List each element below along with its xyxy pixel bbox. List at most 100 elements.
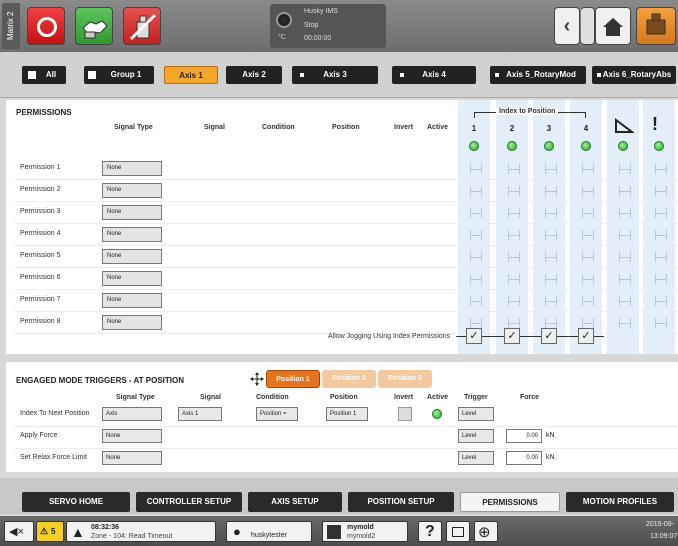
eng-trigger-relax[interactable]: Level [458,451,494,465]
index-hold-icon[interactable] [545,208,557,218]
back-button[interactable]: ‹ [554,7,580,45]
index-hold-icon[interactable] [582,274,594,284]
index-hold-icon[interactable] [619,274,631,284]
index-hold-icon[interactable] [470,296,482,306]
home-button[interactable] [595,7,631,45]
index-hold-icon[interactable] [582,252,594,262]
index-hold-icon[interactable] [545,164,557,174]
mold-disabled-button[interactable] [123,7,161,45]
nav-permissions[interactable]: PERMISSIONS [460,492,560,512]
index-hold-icon[interactable] [470,274,482,284]
index-hold-icon[interactable] [582,296,594,306]
index-hold-icon[interactable] [582,164,594,174]
nav-position-setup[interactable]: POSITION SETUP [348,492,454,512]
tab-axis-5[interactable]: Axis 5_RotaryMod [490,66,586,84]
forward-button[interactable] [581,7,595,45]
eng-signal-type-relax[interactable]: None [102,451,162,465]
jog-check-index-1[interactable]: ✓ [466,328,482,344]
jog-check-index-4[interactable]: ✓ [578,328,594,344]
handshake-button[interactable] [75,7,113,45]
help-button[interactable]: ? [418,521,442,542]
alarm-box[interactable]: ▲ 08:32:36 Zone - 104: Read Timeout [66,521,216,542]
matrix-tab[interactable]: Matrix 2 [2,3,20,49]
index-hold-icon[interactable] [619,296,631,306]
index-hold-icon[interactable] [655,318,667,328]
tab-axis-4[interactable]: Axis 4 [392,66,476,84]
nav-motion-profiles[interactable]: MOTION PROFILES [566,492,674,512]
index-hold-icon[interactable] [508,186,520,196]
permission-signal-type-select[interactable]: None [102,271,162,286]
index-hold-icon[interactable] [470,164,482,174]
eng-invert-checkbox[interactable] [398,407,412,421]
index-hold-icon[interactable] [508,318,520,328]
permission-signal-type-select[interactable]: None [102,293,162,308]
screen-button[interactable] [446,521,470,542]
index-hold-icon[interactable] [655,252,667,262]
index-hold-icon[interactable] [655,230,667,240]
index-hold-icon[interactable] [545,230,557,240]
index-hold-icon[interactable] [655,208,667,218]
index-hold-icon[interactable] [619,186,631,196]
index-hold-icon[interactable] [508,296,520,306]
permission-signal-type-select[interactable]: None [102,205,162,220]
permission-signal-type-select[interactable]: None [102,227,162,242]
eng-signal-type-index[interactable]: Axis [102,407,162,421]
tab-axis-1[interactable]: Axis 1 [164,66,218,84]
mold-box[interactable]: mymold mymold2 [322,521,408,542]
nav-servo-home[interactable]: SERVO HOME [22,492,130,512]
index-hold-icon[interactable] [655,296,667,306]
index-hold-icon[interactable] [619,230,631,240]
volume-button[interactable]: ◀× [4,521,34,542]
eng-position-index[interactable]: Position 1 [326,407,368,421]
index-hold-icon[interactable] [470,230,482,240]
index-hold-icon[interactable] [619,208,631,218]
index-hold-icon[interactable] [545,296,557,306]
tab-axis-3[interactable]: Axis 3 [292,66,378,84]
tab-position-3[interactable]: Position 3 [378,370,432,388]
index-hold-icon[interactable] [508,230,520,240]
nav-axis-setup[interactable]: AXIS SETUP [248,492,342,512]
index-hold-icon[interactable] [619,318,631,328]
index-hold-icon[interactable] [655,274,667,284]
index-hold-icon[interactable] [508,208,520,218]
index-hold-icon[interactable] [619,252,631,262]
eng-signal-index[interactable]: Axis 1 [178,407,222,421]
nav-controller-setup[interactable]: CONTROLLER SETUP [136,492,242,512]
mold-setup-button[interactable] [636,7,676,45]
tab-group-1[interactable]: Group 1 [84,66,154,84]
motor-off-button[interactable] [27,7,65,45]
index-hold-icon[interactable] [470,318,482,328]
index-hold-icon[interactable] [619,164,631,174]
index-hold-icon[interactable] [470,252,482,262]
language-button[interactable]: ⊕ [474,521,498,542]
index-hold-icon[interactable] [545,252,557,262]
index-hold-icon[interactable] [655,186,667,196]
permission-signal-type-select[interactable]: None [102,183,162,198]
permission-signal-type-select[interactable]: None [102,249,162,264]
permission-signal-type-select[interactable]: None [102,161,162,176]
tab-position-1[interactable]: Position 1 [266,370,320,388]
index-hold-icon[interactable] [545,274,557,284]
index-hold-icon[interactable] [470,208,482,218]
tab-all[interactable]: All [22,66,66,84]
user-box[interactable]: ● huskytester [226,521,312,542]
jog-check-index-2[interactable]: ✓ [504,328,520,344]
index-hold-icon[interactable] [582,230,594,240]
index-hold-icon[interactable] [545,186,557,196]
tab-axis-6[interactable]: Axis 6_RotaryAbs [592,66,676,84]
index-hold-icon[interactable] [582,186,594,196]
index-hold-icon[interactable] [545,318,557,328]
eng-condition-index[interactable]: Position = [256,407,298,421]
tab-axis-2[interactable]: Axis 2 [226,66,282,84]
index-hold-icon[interactable] [582,208,594,218]
eng-trigger-index[interactable]: Level [458,407,494,421]
eng-force-apply-force[interactable]: 0.00 [506,429,542,443]
index-hold-icon[interactable] [470,186,482,196]
eng-trigger-apply-force[interactable]: Level [458,429,494,443]
index-hold-icon[interactable] [508,274,520,284]
jog-check-index-3[interactable]: ✓ [541,328,557,344]
index-hold-icon[interactable] [508,252,520,262]
eng-force-relax[interactable]: 0.00 [506,451,542,465]
eng-signal-type-apply-force[interactable]: None [102,429,162,443]
permission-signal-type-select[interactable]: None [102,315,162,330]
